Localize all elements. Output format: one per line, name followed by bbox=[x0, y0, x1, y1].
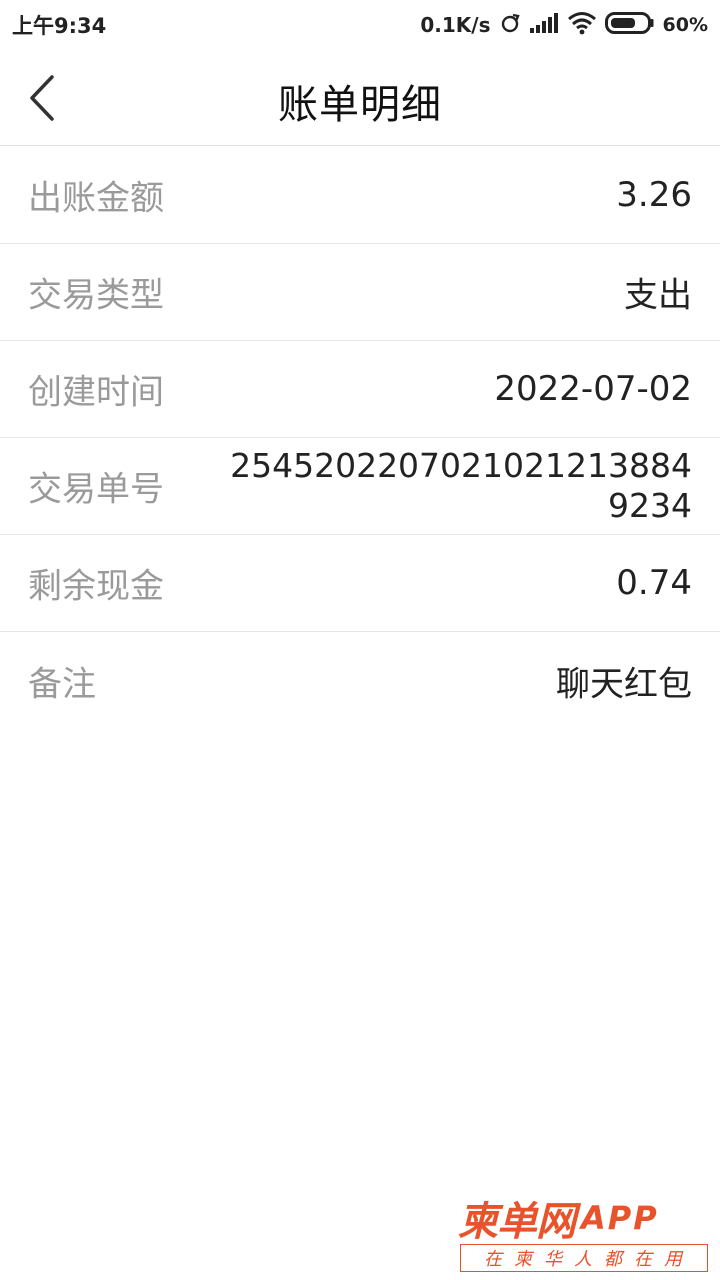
net-speed: 0.1K/s bbox=[420, 13, 491, 37]
detail-row-amount: 出账金额 3.26 bbox=[0, 147, 720, 244]
watermark-brand-app: APP bbox=[581, 1199, 659, 1237]
detail-list: 出账金额 3.26 交易类型 支出 创建时间 2022-07-02 交易单号 2… bbox=[0, 147, 720, 729]
status-right: 0.1K/s 60% bbox=[420, 11, 708, 39]
detail-label: 创建时间 bbox=[28, 372, 164, 413]
detail-label: 出账金额 bbox=[28, 178, 164, 219]
sync-icon bbox=[499, 12, 521, 38]
detail-row-transaction-id: 交易单号 25452022070210212138849234 bbox=[0, 438, 720, 535]
detail-value: 25452022070210212138849234 bbox=[230, 446, 692, 525]
signal-icon bbox=[529, 12, 559, 38]
watermark-brand-name: 柬单网 bbox=[458, 1199, 576, 1245]
status-bar: 上午9:34 0.1K/s 60% bbox=[0, 0, 720, 50]
status-time: 上午9:34 bbox=[12, 14, 107, 38]
battery-percent: 60% bbox=[662, 14, 708, 36]
wifi-icon bbox=[567, 11, 597, 39]
watermark-logo: 柬单网 APP 在柬华人都在用 bbox=[458, 1194, 710, 1274]
bill-detail-page: 上午9:34 0.1K/s 60% 账单明细 出账金额 3.26 交易类型 支出… bbox=[0, 0, 720, 1280]
detail-value: 0.74 bbox=[616, 563, 692, 603]
detail-value: 2022-07-02 bbox=[494, 369, 692, 409]
battery-icon bbox=[604, 11, 655, 39]
detail-label: 交易单号 bbox=[28, 469, 164, 510]
watermark-brand: 柬单网 APP bbox=[458, 1194, 710, 1245]
detail-label: 备注 bbox=[28, 664, 96, 704]
detail-row-remaining-cash: 剩余现金 0.74 bbox=[0, 535, 720, 632]
detail-row-type: 交易类型 支出 bbox=[0, 244, 720, 341]
detail-label: 剩余现金 bbox=[28, 566, 164, 607]
detail-value: 支出 bbox=[624, 275, 692, 316]
page-title: 账单明细 bbox=[278, 82, 442, 128]
detail-value: 3.26 bbox=[616, 175, 692, 215]
detail-label: 交易类型 bbox=[28, 275, 164, 316]
watermark-slogan: 在柬华人都在用 bbox=[460, 1244, 708, 1272]
nav-header: 账单明细 bbox=[0, 50, 720, 146]
detail-row-remark: 备注 聊天红包 bbox=[0, 632, 720, 729]
detail-value: 聊天红包 bbox=[556, 664, 692, 704]
detail-row-created-time: 创建时间 2022-07-02 bbox=[0, 341, 720, 438]
